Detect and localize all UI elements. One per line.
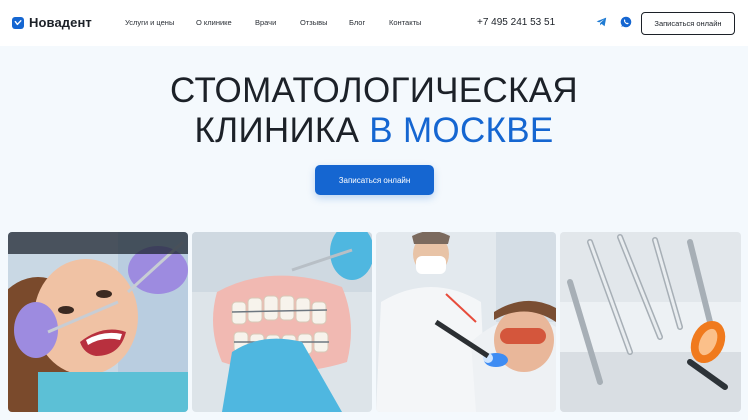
nav-services[interactable]: Услуги и цены xyxy=(125,18,174,27)
hero-title-line2: КЛИНИКА xyxy=(194,111,370,150)
nav-reviews[interactable]: Отзывы xyxy=(300,18,327,27)
hero-title-accent: В МОСКВЕ xyxy=(369,111,554,150)
whatsapp-icon[interactable] xyxy=(620,16,632,28)
photo-gallery xyxy=(8,232,741,412)
phone-number[interactable]: +7 495 241 53 51 xyxy=(477,17,555,28)
telegram-icon[interactable] xyxy=(595,16,607,28)
braces-model-photo xyxy=(192,232,372,412)
header-book-online-button[interactable]: Записаться онлайн xyxy=(641,12,735,35)
nav-contacts[interactable]: Контакты xyxy=(389,18,421,27)
nav-blog[interactable]: Блог xyxy=(349,18,365,27)
uv-curing-photo xyxy=(376,232,556,412)
nav-about[interactable]: О клинике xyxy=(196,18,232,27)
site-header: Новадент Услуги и цены О клинике Врачи О… xyxy=(0,0,748,46)
hero-title: СТОМАТОЛОГИЧЕСКАЯ КЛИНИКА В МОСКВЕ xyxy=(0,71,748,151)
dental-exam-photo xyxy=(8,232,188,412)
main-nav: Услуги и цены О клинике Врачи Отзывы Бло… xyxy=(0,18,748,30)
hero-title-line1: СТОМАТОЛОГИЧЕСКАЯ xyxy=(170,71,578,110)
hero-book-online-button[interactable]: Записаться онлайн xyxy=(315,165,434,195)
dental-equipment-photo xyxy=(560,232,741,412)
nav-doctors[interactable]: Врачи xyxy=(255,18,276,27)
